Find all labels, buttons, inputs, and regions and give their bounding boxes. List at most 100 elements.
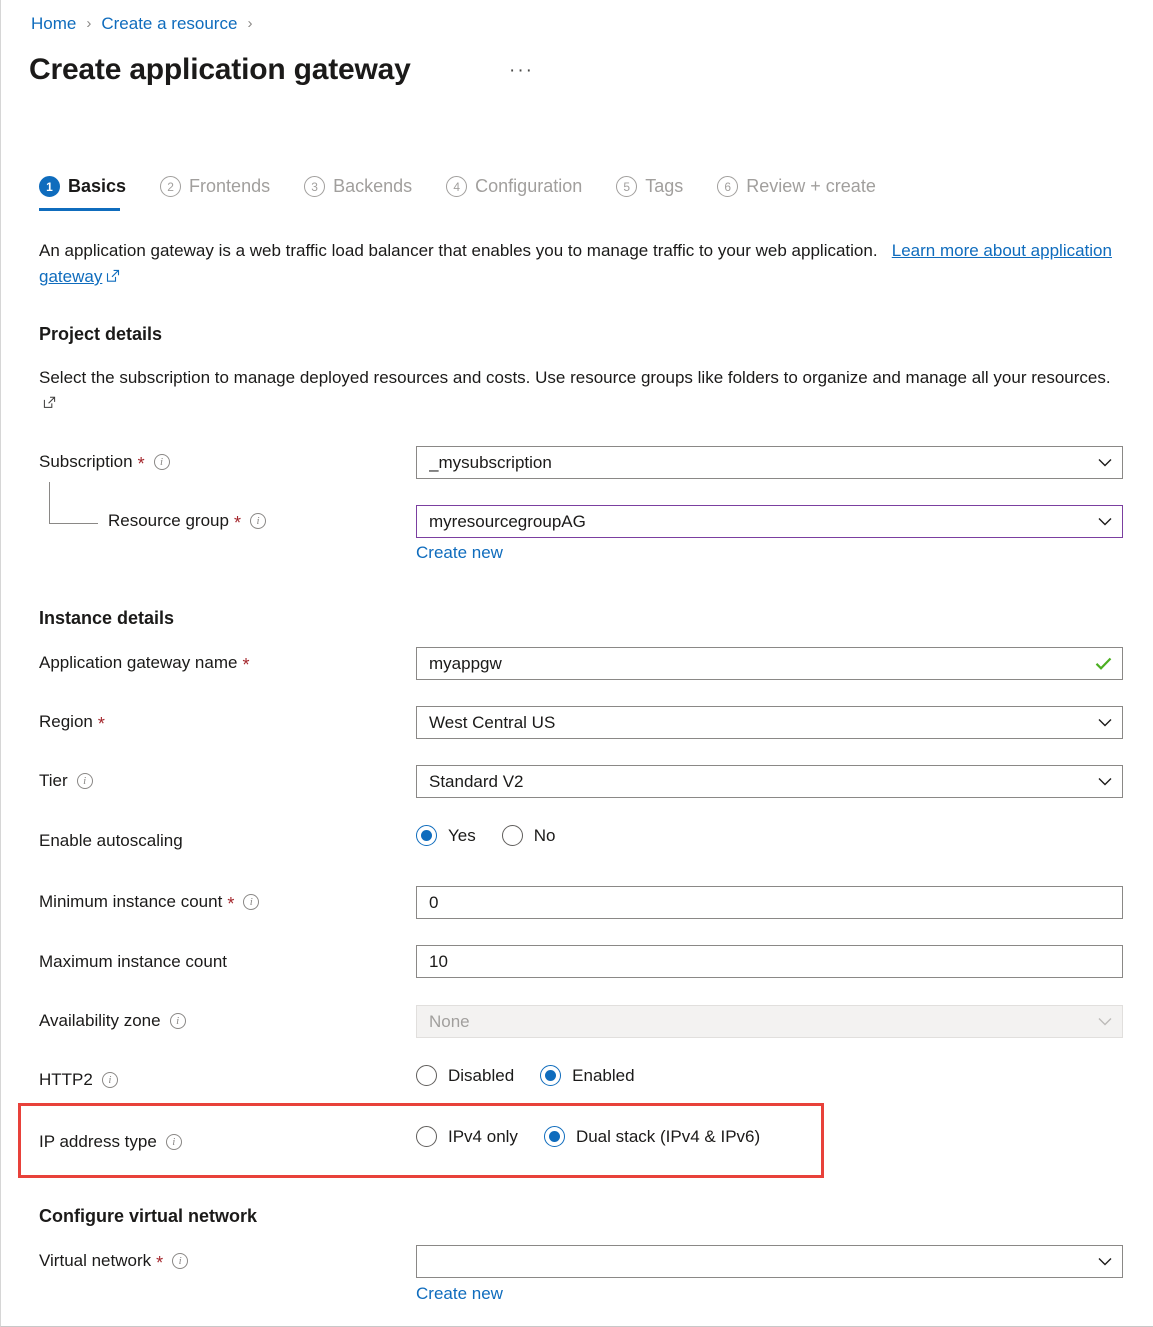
tab-label: Backends (333, 176, 412, 197)
ip-address-type-label-text: IP address type (39, 1132, 157, 1152)
autoscaling-option-label: Yes (448, 826, 476, 846)
enable-autoscaling-label: Enable autoscaling (39, 831, 183, 851)
resource-group-value: myresourcegroupAG (429, 512, 1090, 532)
tab-tags[interactable]: 5 Tags (616, 176, 683, 211)
configure-virtual-network-heading: Configure virtual network (39, 1206, 257, 1227)
http2-option-label: Enabled (572, 1066, 634, 1086)
radio-button-icon (540, 1065, 561, 1086)
tab-frontends[interactable]: 2 Frontends (160, 176, 270, 211)
intro-text: An application gateway is a web traffic … (39, 238, 1129, 291)
chevron-down-icon (1098, 458, 1112, 467)
tab-label: Configuration (475, 176, 582, 197)
subscription-label: Subscription * i (39, 452, 170, 472)
tab-number-badge: 1 (39, 176, 60, 197)
subscription-select[interactable]: _mysubscription (416, 446, 1123, 479)
radio-button-icon (544, 1126, 565, 1147)
required-marker: * (242, 656, 249, 674)
project-details-heading: Project details (39, 324, 162, 345)
chevron-down-icon (1098, 1257, 1112, 1266)
project-details-description: Select the subscription to manage deploy… (39, 365, 1124, 416)
chevron-down-icon (1098, 1017, 1112, 1026)
info-icon[interactable]: i (243, 894, 259, 910)
info-icon[interactable]: i (166, 1134, 182, 1150)
virtual-network-label: Virtual network * i (39, 1251, 188, 1271)
max-instance-count-value: 10 (429, 952, 1112, 972)
info-icon[interactable]: i (154, 454, 170, 470)
instance-details-heading: Instance details (39, 608, 174, 629)
info-icon[interactable]: i (170, 1013, 186, 1029)
gateway-name-label: Application gateway name * (39, 653, 249, 673)
http2-option-disabled[interactable]: Disabled (416, 1065, 514, 1086)
chevron-down-icon (1098, 718, 1112, 727)
gateway-name-value: myappgw (429, 654, 1087, 674)
tier-select[interactable]: Standard V2 (416, 765, 1123, 798)
autoscaling-option-no[interactable]: No (502, 825, 556, 846)
ip-address-type-label: IP address type i (39, 1132, 182, 1152)
tab-configuration[interactable]: 4 Configuration (446, 176, 582, 211)
ip-address-type-radio-group: IPv4 only Dual stack (IPv4 & IPv6) (416, 1126, 760, 1147)
required-marker: * (234, 514, 241, 532)
tab-label: Frontends (189, 176, 270, 197)
autoscaling-option-label: No (534, 826, 556, 846)
info-icon[interactable]: i (250, 513, 266, 529)
tab-review-create[interactable]: 6 Review + create (717, 176, 876, 211)
info-icon[interactable]: i (172, 1253, 188, 1269)
info-icon[interactable]: i (102, 1072, 118, 1088)
radio-button-icon (416, 1065, 437, 1086)
intro-description: An application gateway is a web traffic … (39, 241, 878, 260)
enable-autoscaling-radio-group: Yes No (416, 825, 555, 846)
page-title: Create application gateway (29, 53, 411, 87)
availability-zone-label-text: Availability zone (39, 1011, 161, 1031)
virtual-network-select[interactable] (416, 1245, 1123, 1278)
tab-number-badge: 2 (160, 176, 181, 197)
min-instance-count-label: Minimum instance count * i (39, 892, 259, 912)
tab-backends[interactable]: 3 Backends (304, 176, 412, 211)
tab-basics[interactable]: 1 Basics (39, 176, 126, 211)
region-label-text: Region (39, 712, 93, 732)
create-application-gateway-page: Home › Create a resource › Create applic… (0, 0, 1153, 1327)
resource-group-label-text: Resource group (108, 511, 229, 531)
min-instance-count-input[interactable]: 0 (416, 886, 1123, 919)
resource-group-select[interactable]: myresourcegroupAG (416, 505, 1123, 538)
autoscaling-option-yes[interactable]: Yes (416, 825, 476, 846)
availability-zone-value: None (429, 1012, 1090, 1032)
http2-option-enabled[interactable]: Enabled (540, 1065, 634, 1086)
enable-autoscaling-label-text: Enable autoscaling (39, 831, 183, 851)
ip-address-type-option-dual-stack[interactable]: Dual stack (IPv4 & IPv6) (544, 1126, 760, 1147)
max-instance-count-input[interactable]: 10 (416, 945, 1123, 978)
ip-address-type-option-label: Dual stack (IPv4 & IPv6) (576, 1127, 760, 1147)
tier-label: Tier i (39, 771, 93, 791)
resource-group-create-new-link[interactable]: Create new (416, 543, 503, 563)
max-instance-count-label-text: Maximum instance count (39, 952, 227, 972)
region-select[interactable]: West Central US (416, 706, 1123, 739)
subscription-value: _mysubscription (429, 453, 1090, 473)
chevron-down-icon (1098, 777, 1112, 786)
tier-value: Standard V2 (429, 772, 1090, 792)
more-options-button[interactable]: ··· (509, 60, 534, 82)
region-label: Region * (39, 712, 105, 732)
resource-group-tree-connector (49, 482, 98, 524)
subscription-label-text: Subscription (39, 452, 133, 472)
radio-button-icon (416, 825, 437, 846)
required-marker: * (98, 715, 105, 733)
http2-option-label: Disabled (448, 1066, 514, 1086)
project-details-description-text: Select the subscription to manage deploy… (39, 368, 1111, 387)
external-link-icon (43, 391, 56, 416)
max-instance-count-label: Maximum instance count (39, 952, 227, 972)
tier-label-text: Tier (39, 771, 68, 791)
info-icon[interactable]: i (77, 773, 93, 789)
resource-group-label: Resource group * i (108, 511, 266, 531)
breadcrumb-item-create-a-resource[interactable]: Create a resource (101, 11, 237, 37)
required-marker: * (227, 895, 234, 913)
gateway-name-input[interactable]: myappgw (416, 647, 1123, 680)
http2-radio-group: Disabled Enabled (416, 1065, 635, 1086)
tab-number-badge: 6 (717, 176, 738, 197)
tab-label: Tags (645, 176, 683, 197)
radio-button-icon (416, 1126, 437, 1147)
breadcrumb-item-home[interactable]: Home (31, 11, 76, 37)
availability-zone-label: Availability zone i (39, 1011, 186, 1031)
virtual-network-create-new-link[interactable]: Create new (416, 1284, 503, 1304)
tab-number-badge: 4 (446, 176, 467, 197)
ip-address-type-option-ipv4-only[interactable]: IPv4 only (416, 1126, 518, 1147)
chevron-down-icon (1098, 517, 1112, 526)
